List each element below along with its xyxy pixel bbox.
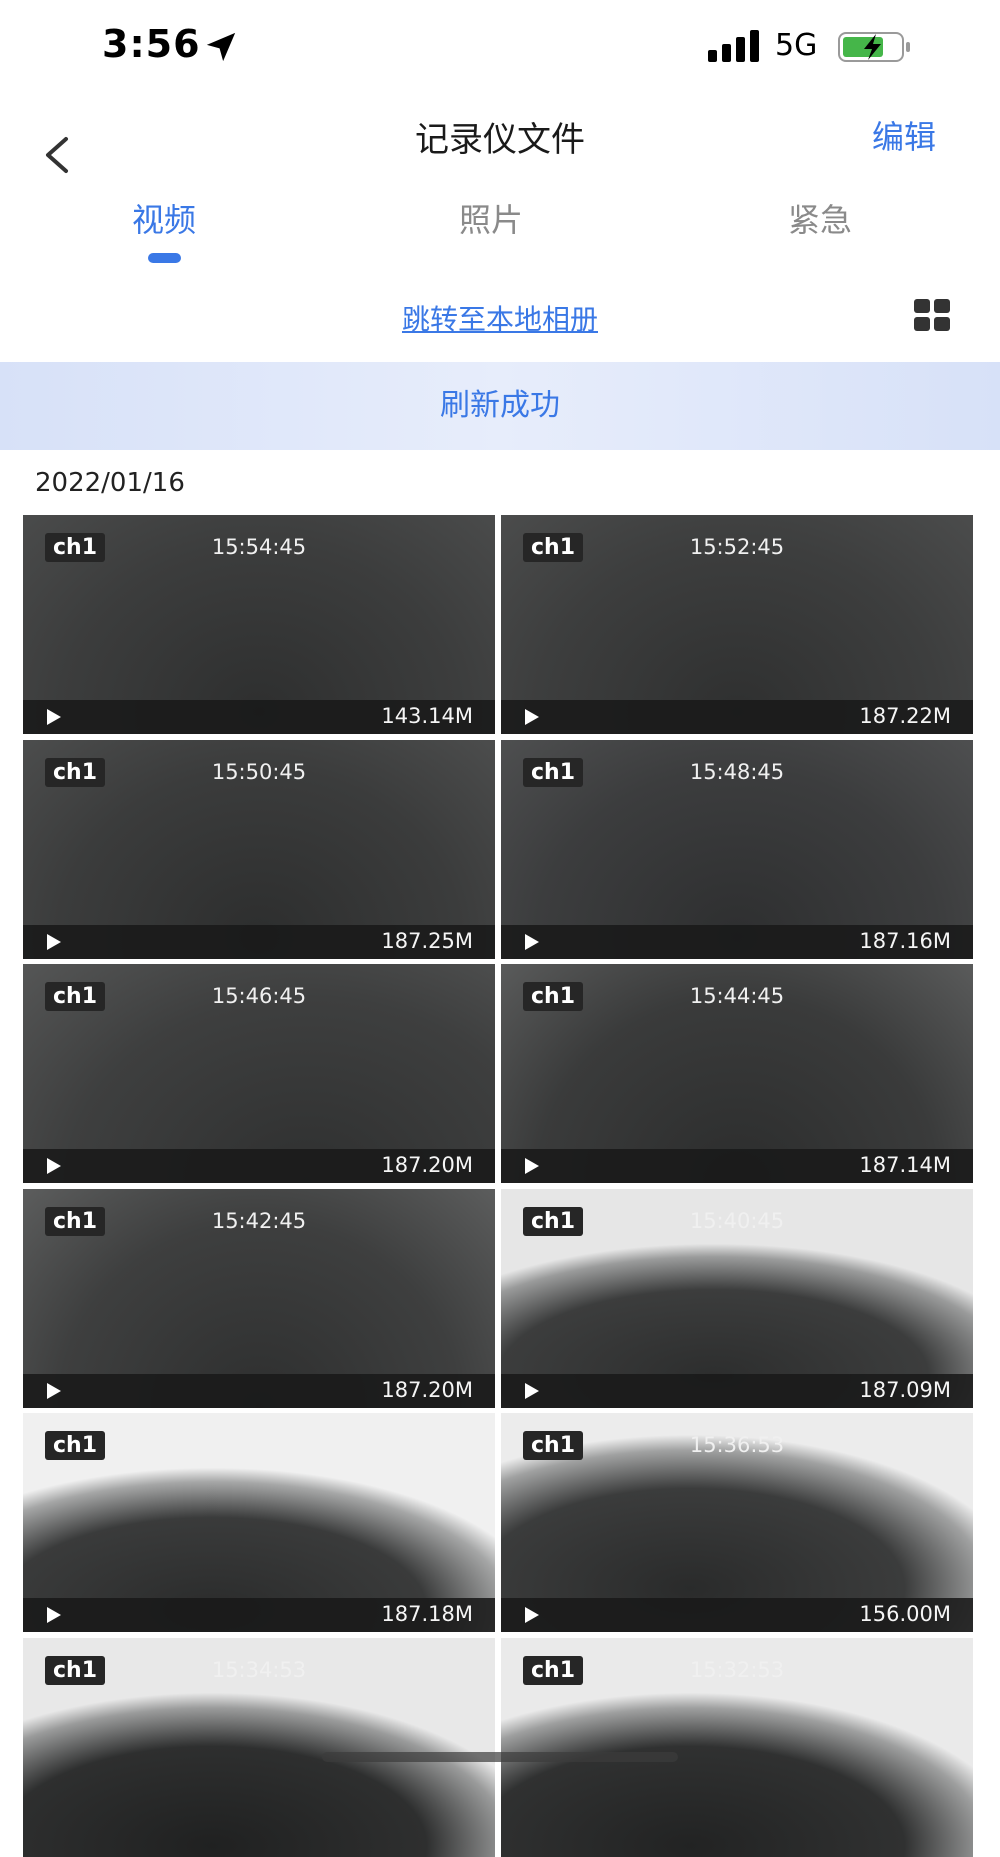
video-timestamp: 15:50:45 [211, 759, 307, 784]
refresh-success-banner: 刷新成功 [0, 362, 1000, 450]
video-info-bar: 187.09M [501, 1373, 973, 1408]
video-timestamp: 15:36:53 [689, 1433, 785, 1457]
video-item[interactable]: ch1 15:44:45 187.14M [501, 964, 973, 1183]
video-item[interactable]: ch1 15:46:45 187.20M [23, 964, 495, 1183]
home-indicator [322, 1752, 678, 1762]
file-size: 143.14M [381, 704, 473, 728]
video-timestamp: 15:32:53 [689, 1657, 785, 1682]
play-icon[interactable] [47, 709, 61, 725]
video-info-bar: 187.14M [501, 1149, 973, 1183]
file-size: 187.09M [859, 1377, 951, 1402]
play-icon[interactable] [47, 1607, 61, 1623]
status-bar: 3:56 5G [0, 0, 1000, 95]
file-size: 187.18M [381, 1602, 473, 1626]
video-info-bar: 187.20M [23, 1373, 495, 1408]
video-info-bar: 143.14M [23, 700, 495, 734]
video-item[interactable]: ch1 15:34:53 [23, 1637, 495, 1857]
file-size: 156.00M [859, 1602, 951, 1626]
video-timestamp: 15:52:45 [689, 535, 785, 559]
video-item[interactable]: ch1 15:48:45 187.16M [501, 739, 973, 959]
video-timestamp: 15:38:47 [211, 1433, 307, 1457]
video-info-bar: 187.20M [23, 1149, 495, 1183]
grid-view-icon[interactable] [913, 298, 951, 332]
video-item[interactable]: ch1 15:32:53 [501, 1637, 973, 1857]
page-title: 记录仪文件 [415, 120, 585, 160]
file-size: 187.14M [859, 1153, 951, 1177]
file-size: 187.22M [859, 704, 951, 728]
video-item[interactable]: ch1 15:36:53 156.00M [501, 1413, 973, 1632]
toast-text: 刷新成功 [440, 388, 560, 423]
video-info-bar: 187.22M [501, 700, 973, 734]
play-icon[interactable] [525, 933, 539, 950]
play-icon[interactable] [525, 1607, 539, 1623]
video-timestamp: 15:40:45 [689, 1208, 785, 1233]
active-tab-indicator [148, 253, 181, 263]
play-icon[interactable] [525, 1158, 539, 1174]
video-info-bar: 187.18M [23, 1598, 495, 1632]
network-type: 5G [775, 28, 818, 63]
video-timestamp: 15:34:53 [211, 1657, 307, 1682]
edit-button[interactable]: 编辑 [872, 112, 936, 158]
play-icon[interactable] [525, 709, 539, 725]
video-info-bar: 187.16M [501, 924, 973, 959]
video-item[interactable]: ch1 15:52:45 187.22M [501, 515, 973, 734]
tab-emergency[interactable]: 紧急 [720, 195, 920, 241]
video-item[interactable]: ch1 15:38:47 187.18M [23, 1413, 495, 1632]
video-timestamp: 15:54:45 [211, 535, 307, 559]
video-timestamp: 15:44:45 [689, 984, 785, 1008]
date-header: 2022/01/16 [35, 468, 185, 498]
jump-to-local-album-link[interactable]: 跳转至本地相册 [0, 298, 1000, 338]
location-arrow-icon [206, 32, 236, 62]
video-timestamp: 15:48:45 [689, 759, 785, 784]
video-timestamp: 15:46:45 [211, 984, 307, 1008]
video-item[interactable]: ch1 15:40:45 187.09M [501, 1188, 973, 1408]
video-item[interactable]: ch1 15:42:45 187.20M [23, 1188, 495, 1408]
video-info-bar: 187.25M [23, 924, 495, 959]
video-item[interactable]: ch1 15:54:45 143.14M [23, 515, 495, 734]
tab-videos[interactable]: 视频 [64, 195, 264, 241]
play-icon[interactable] [525, 1382, 539, 1399]
tab-photos[interactable]: 照片 [391, 195, 591, 241]
signal-icon [708, 30, 759, 62]
file-size: 187.20M [381, 1377, 473, 1402]
file-size: 187.20M [381, 1153, 473, 1177]
video-timestamp: 15:42:45 [211, 1208, 307, 1233]
video-item[interactable]: ch1 15:50:45 187.25M [23, 739, 495, 959]
play-icon[interactable] [47, 933, 61, 950]
play-icon[interactable] [47, 1158, 61, 1174]
file-size: 187.25M [381, 928, 473, 953]
battery-charging-icon [838, 32, 910, 62]
play-icon[interactable] [47, 1382, 61, 1399]
file-size: 187.16M [859, 928, 951, 953]
status-time: 3:56 [102, 22, 201, 66]
video-info-bar: 156.00M [501, 1598, 973, 1632]
